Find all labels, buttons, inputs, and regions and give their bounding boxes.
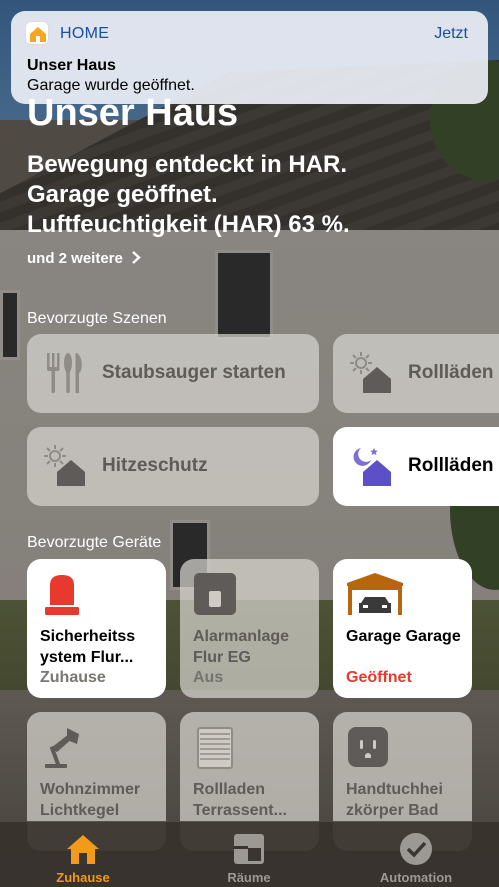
tab-automation[interactable]: Automation [333, 822, 499, 887]
device-status: Aus [193, 669, 224, 686]
status-line: Garage geöffnet. [27, 181, 218, 208]
scene-label: Rollläden [408, 362, 494, 383]
switch-icon [194, 573, 236, 615]
scene-tile[interactable]: Rollläden [333, 427, 499, 506]
home-title: Unser Haus [27, 92, 239, 134]
device-tile[interactable]: Sicherheitss ystem Flur... Zuhause [27, 559, 166, 698]
more-status-link[interactable]: und 2 weitere [27, 250, 141, 267]
notification-app-name: HOME [60, 25, 110, 42]
status-line: Luftfeuchtigkeit (HAR) 63 %. [27, 211, 350, 238]
more-status-label: und 2 weitere [27, 250, 123, 267]
siren-icon [45, 575, 79, 615]
device-status: Zuhause [40, 669, 106, 686]
device-name: Rollladen Terrassent... [193, 781, 287, 819]
device-name: Sicherheitss ystem Flur... [40, 628, 136, 666]
home-app-icon [25, 21, 49, 45]
cutlery-icon [47, 353, 82, 393]
tab-raeume[interactable]: Räume [166, 822, 332, 887]
device-name: Alarmanlage Flur EG [193, 628, 290, 666]
sun-house-icon [350, 352, 391, 393]
outlet-icon [348, 727, 388, 767]
tab-label: Automation [379, 870, 453, 885]
scene-tile[interactable]: Hitzeschutz [27, 427, 319, 506]
device-name: Garage Garage [346, 628, 461, 645]
tab-bar: Zuhause Räume Automation [0, 821, 499, 887]
blinds-icon [197, 727, 233, 769]
sun-house-icon [44, 445, 85, 486]
devices-heading: Bevorzugte Geräte [27, 534, 162, 551]
tab-label: Räume [227, 870, 271, 885]
notification-banner[interactable]: HOME Jetzt Unser Haus Garage wurde geöff… [11, 11, 488, 104]
device-tile[interactable]: Alarmanlage Flur EG Aus [180, 559, 319, 698]
clock-check-icon [400, 833, 432, 865]
scene-tile[interactable]: Rollläden [333, 334, 499, 413]
status-summary: Bewegung entdeckt in HAR. Garage geöffne… [27, 150, 487, 240]
device-name: Wohnzimmer Lichtkegel [40, 781, 141, 819]
device-name: Handtuchhei zkörper Bad [346, 781, 443, 819]
status-line: Bewegung entdeckt in HAR. [27, 151, 348, 178]
scene-tile[interactable]: Staubsauger starten [27, 334, 319, 413]
tab-label: Zuhause [56, 870, 110, 885]
device-tile[interactable]: Garage Garage Geöffnet [333, 559, 472, 698]
garage-icon [347, 573, 403, 615]
lamp-icon [45, 728, 79, 768]
notification-time: Jetzt [434, 25, 468, 42]
scenes-heading: Bevorzugte Szenen [27, 310, 167, 327]
scene-label: Hitzeschutz [102, 455, 208, 476]
scene-label: Rollläden [408, 455, 494, 476]
chevron-right-icon [132, 251, 141, 264]
tab-zuhause[interactable]: Zuhause [0, 822, 166, 887]
notification-title: Unser Haus [27, 57, 116, 74]
moon-house-icon [353, 448, 391, 486]
rooms-icon [234, 834, 264, 864]
device-status: Geöffnet [346, 669, 412, 686]
scene-label: Staubsauger starten [102, 362, 286, 383]
home-icon [67, 835, 99, 864]
